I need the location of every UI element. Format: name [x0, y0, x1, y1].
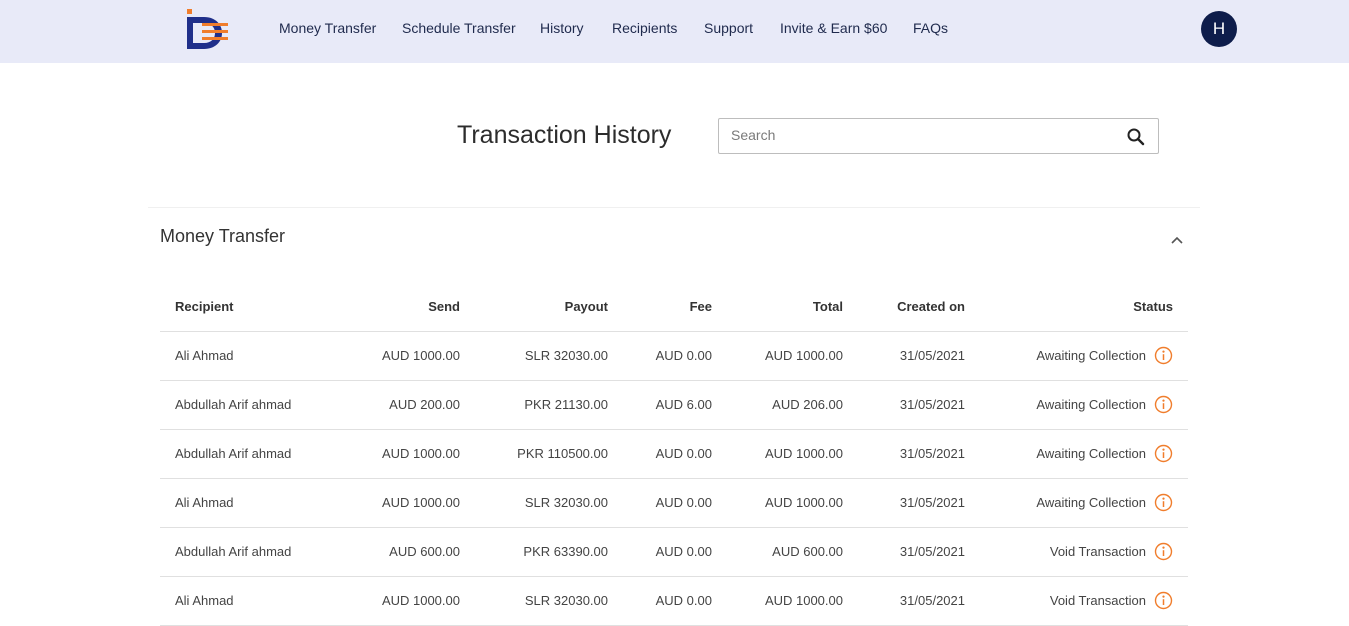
- cell-payout: PKR 63390.00: [475, 527, 623, 577]
- cell-status: Void Transaction: [980, 576, 1188, 626]
- nav-faqs[interactable]: FAQs: [913, 20, 948, 36]
- status-text: Awaiting Collection: [1036, 348, 1146, 363]
- cell-send: AUD 1000.00: [350, 331, 475, 381]
- cell-fee: AUD 0.00: [623, 478, 727, 528]
- cell-created: 31/05/2021: [858, 576, 980, 626]
- cell-status: Awaiting Collection: [980, 331, 1188, 381]
- cell-send: AUD 1000.00: [350, 429, 475, 479]
- status-text: Void Transaction: [1049, 544, 1146, 559]
- status-text: Awaiting Collection: [1036, 446, 1146, 461]
- cell-created: 31/05/2021: [858, 527, 980, 577]
- cell-fee: AUD 0.00: [623, 331, 727, 381]
- cell-total: AUD 600.00: [727, 527, 858, 577]
- search-icon[interactable]: [1126, 127, 1146, 147]
- cell-recipient: Ali Ahmad: [160, 331, 350, 381]
- search-box: [718, 118, 1159, 154]
- cell-payout: SLR 32030.00: [475, 331, 623, 381]
- cell-recipient: Ali Ahmad: [160, 478, 350, 528]
- status-group: Awaiting Collection: [1036, 395, 1173, 414]
- table-row[interactable]: Abdullah Arif ahmad AUD 1000.00 PKR 110500…: [160, 429, 1188, 479]
- cell-status: Awaiting Collection: [980, 380, 1188, 430]
- cell-created: 31/05/2021: [858, 478, 980, 528]
- cell-send: AUD 1000.00: [350, 478, 475, 528]
- cell-status: Awaiting Collection: [980, 478, 1188, 528]
- nav-history[interactable]: History: [540, 20, 584, 36]
- info-icon[interactable]: [1154, 444, 1173, 463]
- table-row[interactable]: Ali Ahmad AUD 1000.00 SLR 32030.00 AUD 0.00…: [160, 478, 1188, 528]
- cell-payout: PKR 110500.00: [475, 429, 623, 479]
- table-row[interactable]: Ali Ahmad AUD 1000.00 SLR 32030.00 AUD 0.00…: [160, 576, 1188, 626]
- panel-title-money-transfer[interactable]: Money Transfer: [160, 226, 285, 247]
- nav-money-transfer[interactable]: Money Transfer: [279, 20, 376, 36]
- cell-send: AUD 600.00: [350, 527, 475, 577]
- cell-send: AUD 1000.00: [350, 576, 475, 626]
- cell-total: AUD 1000.00: [727, 429, 858, 479]
- cell-payout: PKR 21130.00: [475, 380, 623, 430]
- status-group: Awaiting Collection: [1036, 444, 1173, 463]
- nav-recipients[interactable]: Recipients: [612, 20, 677, 36]
- cell-status: Void Transaction: [980, 527, 1188, 577]
- cell-total: AUD 1000.00: [727, 576, 858, 626]
- panel-divider: [148, 207, 1200, 208]
- table-row[interactable]: Abdullah Arif ahmad AUD 600.00 PKR 63390.0…: [160, 527, 1188, 577]
- cell-payout: SLR 32030.00: [475, 576, 623, 626]
- cell-payout: SLR 32030.00: [475, 478, 623, 528]
- cell-recipient: Abdullah Arif ahmad: [160, 429, 350, 479]
- status-text: Awaiting Collection: [1036, 495, 1146, 510]
- chevron-up-icon[interactable]: [1168, 232, 1186, 250]
- info-icon[interactable]: [1154, 542, 1173, 561]
- status-group: Void Transaction: [1050, 542, 1173, 561]
- col-payout: Payout: [475, 282, 623, 332]
- cell-total: AUD 1000.00: [727, 331, 858, 381]
- cell-fee: AUD 0.00: [623, 576, 727, 626]
- status-text: Awaiting Collection: [1036, 397, 1146, 412]
- cell-status: Awaiting Collection: [980, 429, 1188, 479]
- cell-created: 31/05/2021: [858, 380, 980, 430]
- status-text: Void Transaction: [1049, 593, 1146, 608]
- search-input[interactable]: [731, 127, 1111, 143]
- col-fee: Fee: [623, 282, 727, 332]
- cell-recipient: Ali Ahmad: [160, 576, 350, 626]
- table-row[interactable]: Ali Ahmad AUD 1000.00 SLR 32030.00 AUD 0.00…: [160, 331, 1188, 381]
- user-avatar[interactable]: H: [1201, 11, 1237, 47]
- transactions-table: Recipient Send Payout Fee Total Created …: [160, 282, 1188, 626]
- cell-total: AUD 206.00: [727, 380, 858, 430]
- col-recipient: Recipient: [160, 282, 350, 332]
- info-icon[interactable]: [1154, 493, 1173, 512]
- col-created-on: Created on: [858, 282, 980, 332]
- cell-total: AUD 1000.00: [727, 478, 858, 528]
- col-status: Status: [980, 282, 1188, 332]
- info-icon[interactable]: [1154, 591, 1173, 610]
- col-total: Total: [727, 282, 858, 332]
- nav-support[interactable]: Support: [704, 20, 753, 36]
- page-title: Transaction History: [457, 121, 672, 149]
- nav-schedule-transfer[interactable]: Schedule Transfer: [402, 20, 516, 36]
- status-group: Awaiting Collection: [1036, 346, 1173, 365]
- status-group: Void Transaction: [1050, 591, 1173, 610]
- info-icon[interactable]: [1154, 346, 1173, 365]
- cell-fee: AUD 0.00: [623, 527, 727, 577]
- cell-created: 31/05/2021: [858, 331, 980, 381]
- table-row[interactable]: Abdullah Arif ahmad AUD 200.00 PKR 21130.0…: [160, 380, 1188, 430]
- cell-send: AUD 200.00: [350, 380, 475, 430]
- top-navbar: Money Transfer Schedule Transfer History…: [0, 0, 1349, 63]
- cell-created: 31/05/2021: [858, 429, 980, 479]
- cell-fee: AUD 6.00: [623, 380, 727, 430]
- cell-recipient: Abdullah Arif ahmad: [160, 527, 350, 577]
- info-icon[interactable]: [1154, 395, 1173, 414]
- cell-fee: AUD 0.00: [623, 429, 727, 479]
- brand-logo[interactable]: [186, 9, 230, 51]
- nav-invite-earn[interactable]: Invite & Earn $60: [780, 20, 887, 36]
- table-header-row: Recipient Send Payout Fee Total Created …: [160, 282, 1188, 332]
- status-group: Awaiting Collection: [1036, 493, 1173, 512]
- col-send: Send: [350, 282, 475, 332]
- cell-recipient: Abdullah Arif ahmad: [160, 380, 350, 430]
